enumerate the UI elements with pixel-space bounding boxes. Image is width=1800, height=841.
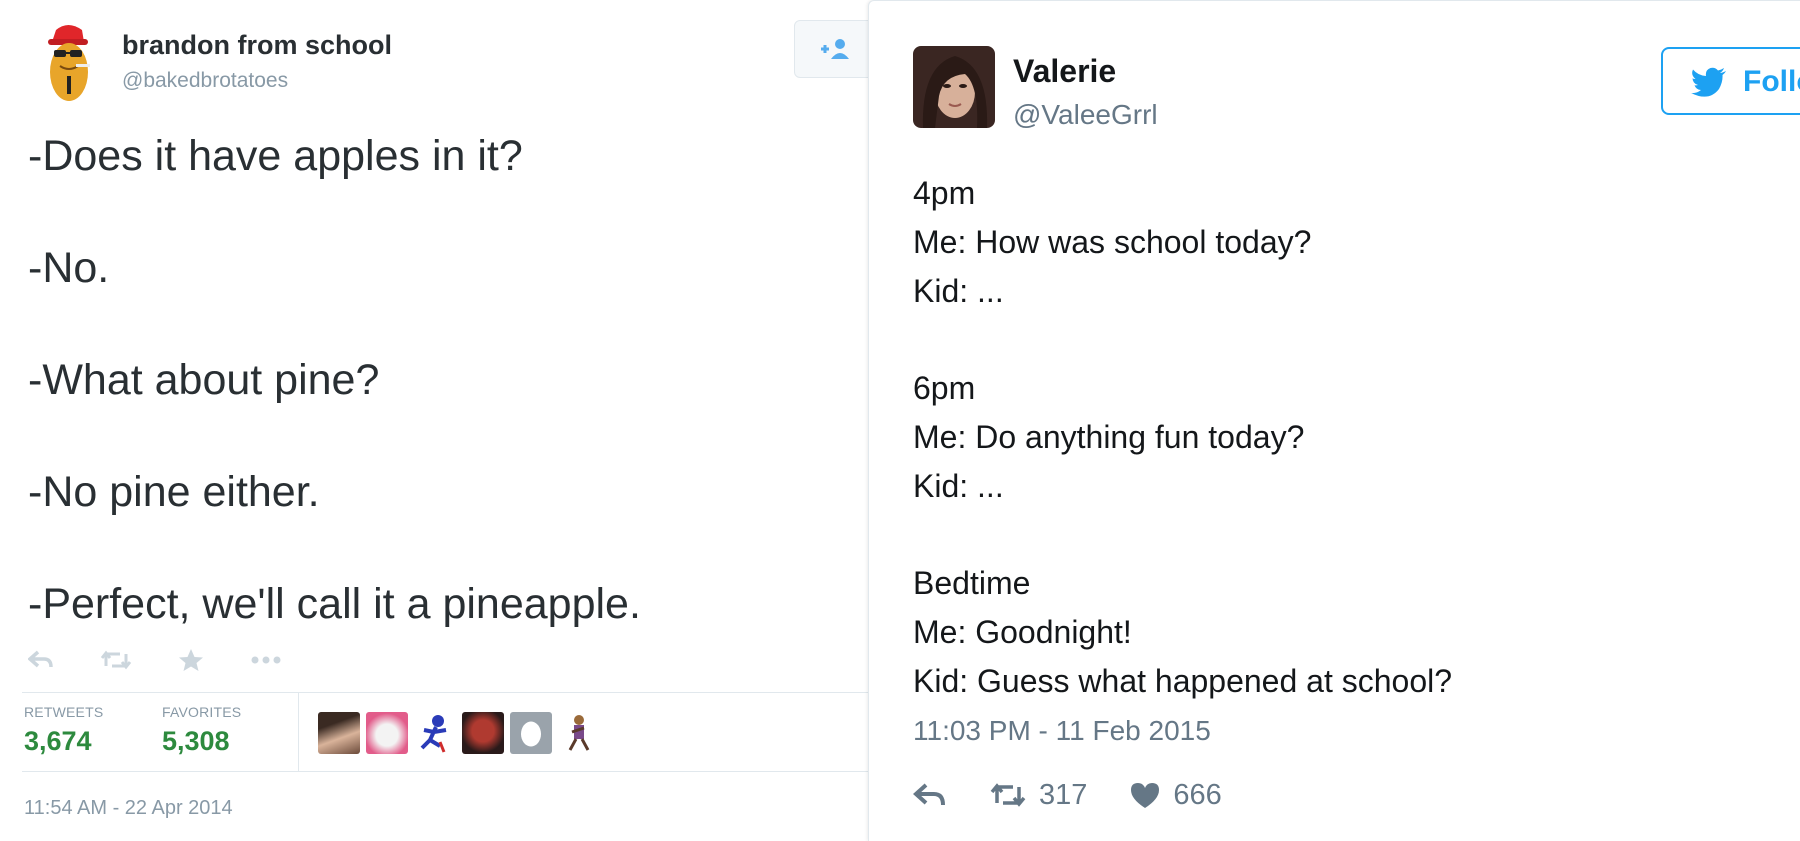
favoriter-avatar[interactable] (558, 712, 600, 754)
tweet-line: Kid: ... (913, 468, 1004, 504)
tweet-line: Kid: Guess what happened at school? (913, 663, 1453, 699)
retweets-stat[interactable]: RETWEETS 3,674 (24, 704, 103, 757)
tweet-text: -Does it have apples in it? -No. -What a… (28, 128, 641, 688)
potato-avatar-icon (48, 25, 90, 101)
favoriter-avatars (318, 712, 600, 754)
more-icon (251, 656, 281, 664)
tweet-timestamp[interactable]: 11:54 AM - 22 Apr 2014 (24, 797, 233, 820)
tweet-actions: 317 666 (913, 775, 1264, 815)
reply-icon (913, 783, 945, 806)
retweet-icon (100, 650, 132, 670)
heart-icon (1131, 783, 1160, 808)
author-handle[interactable]: @ValeeGrrl (1013, 99, 1158, 131)
like-button[interactable]: 666 (1129, 778, 1222, 812)
tweet-actions (28, 645, 328, 675)
reply-button[interactable] (28, 650, 54, 670)
tweet-line: -No pine either. (28, 468, 320, 516)
twitter-bird-icon (1691, 67, 1726, 97)
divider (298, 693, 299, 771)
favorites-stat[interactable]: FAVORITES 5,308 (162, 704, 241, 757)
author-name[interactable]: Valerie (1013, 53, 1116, 90)
left-tweet: brandon from school @bakedbrotatoes -Doe… (0, 0, 868, 841)
tweet-line: Me: How was school today? (913, 224, 1312, 260)
tweet-line: Kid: ... (913, 273, 1004, 309)
retweet-icon (990, 783, 1026, 807)
follow-button[interactable]: Follo (1661, 47, 1800, 115)
character-figure-icon (568, 715, 590, 751)
favoriter-avatar[interactable] (366, 712, 408, 754)
follow-person-icon (821, 39, 849, 59)
follow-button[interactable] (794, 20, 868, 78)
tweet-line: Me: Goodnight! (913, 614, 1132, 650)
tweet-line: Me: Do anything fun today? (913, 419, 1305, 455)
divider (22, 692, 868, 693)
favorite-star-icon (179, 649, 203, 671)
tweet-timestamp[interactable]: 11:03 PM - 11 Feb 2015 (913, 715, 1211, 747)
retweets-count: 3,674 (24, 726, 92, 756)
like-count: 666 (1173, 778, 1222, 811)
reply-button[interactable] (913, 782, 947, 808)
divider (22, 771, 868, 772)
favoriter-avatar[interactable] (318, 712, 360, 754)
tweet-line: -No. (28, 244, 110, 292)
author-handle[interactable]: @bakedbrotatoes (122, 69, 288, 93)
tweet-line: 4pm (913, 175, 976, 211)
more-button[interactable] (250, 655, 282, 665)
favoriter-avatar[interactable] (414, 712, 456, 754)
retweet-button[interactable] (100, 650, 132, 670)
right-tweet: Valerie @ValeeGrrl Follo 4pm Me: How was… (868, 0, 1800, 841)
author-name[interactable]: brandon from school (122, 30, 392, 61)
tweet-line: Bedtime (913, 565, 1031, 601)
tweet-text: 4pm Me: How was school today? Kid: ... 6… (913, 169, 1452, 706)
favorites-label: FAVORITES (162, 704, 242, 720)
reply-icon (28, 650, 53, 668)
retweets-label: RETWEETS (24, 704, 104, 720)
favoriter-avatar[interactable] (510, 712, 552, 754)
favorites-count: 5,308 (162, 726, 230, 756)
tweet-line: -Does it have apples in it? (28, 132, 523, 180)
profile-photo-icon (913, 46, 995, 128)
favoriter-avatar[interactable] (462, 712, 504, 754)
egg-avatar-icon (521, 721, 541, 747)
runner-figure-icon (420, 715, 447, 753)
retweet-button[interactable]: 317 (989, 779, 1087, 812)
retweet-count: 317 (1039, 778, 1088, 811)
tweet-line: 6pm (913, 370, 976, 406)
avatar[interactable] (913, 46, 995, 128)
avatar[interactable] (40, 20, 96, 102)
tweet-line: -What about pine? (28, 356, 380, 404)
follow-label: Follo (1743, 65, 1800, 98)
favorite-button[interactable] (178, 648, 204, 672)
